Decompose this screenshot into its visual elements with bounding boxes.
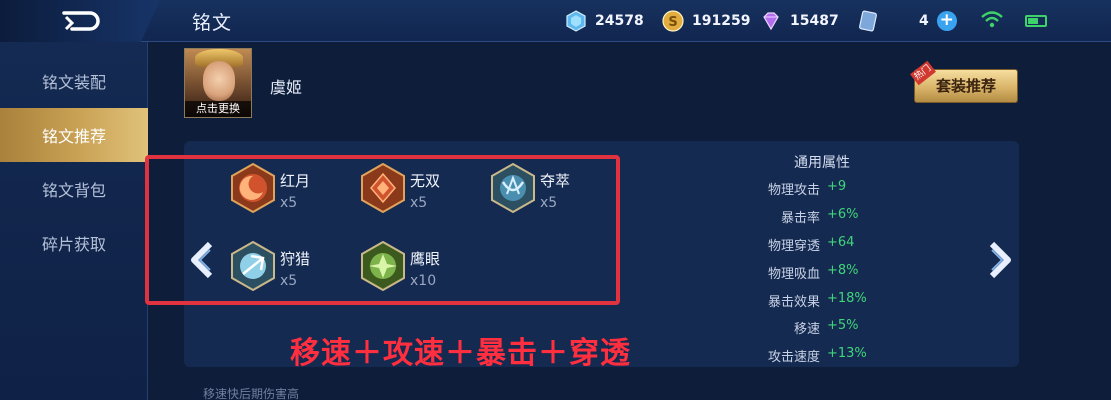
- attribute-value: +5%: [827, 318, 859, 333]
- diamond-value: 15487: [790, 13, 839, 29]
- hero-avatar[interactable]: 点击更换: [184, 48, 252, 118]
- attribute-row: 暴击率 +6%: [700, 207, 900, 227]
- gold-value: 191259: [692, 13, 751, 29]
- sidebar-item-fragments[interactable]: 碎片获取: [0, 216, 148, 270]
- attribute-name: 物理穿透: [767, 239, 820, 254]
- crystal-currency[interactable]: 24578: [565, 9, 644, 33]
- attribute-row: 暴击效果 +18%: [700, 291, 900, 311]
- attribute-name: 暴击率: [780, 211, 820, 226]
- battery-icon: [1025, 15, 1047, 27]
- ticket-icon: [859, 10, 877, 32]
- attribute-row: 物理吸血 +8%: [700, 263, 900, 283]
- attribute-name: 物理攻击: [767, 183, 820, 198]
- attribute-row: 物理穿透 +64: [700, 235, 900, 255]
- attribute-value: +64: [827, 235, 855, 250]
- change-hero-label: 点击更换: [185, 101, 251, 117]
- diamond-currency[interactable]: 15487: [760, 9, 839, 33]
- back-button[interactable]: [0, 0, 160, 42]
- gold-coin-icon: S: [662, 10, 684, 32]
- attribute-name: 移速: [793, 322, 820, 337]
- crystal-icon: [566, 10, 586, 32]
- attribute-value: +9: [827, 179, 847, 194]
- attribute-value: +6%: [827, 207, 859, 222]
- gold-currency[interactable]: S 191259: [662, 9, 750, 33]
- attribute-name: 暴击效果: [767, 295, 820, 310]
- attribute-value: +8%: [827, 263, 859, 278]
- attributes-title: 通用属性: [794, 155, 850, 171]
- sidebar-item-label: 碎片获取: [41, 235, 106, 254]
- attribute-name: 物理吸血: [767, 267, 820, 282]
- wifi-icon: [981, 11, 1003, 28]
- attribute-value: +18%: [827, 291, 867, 306]
- sidebar-item-label: 铭文背包: [41, 181, 106, 200]
- attribute-row: 移速 +5%: [700, 318, 900, 338]
- diamond-icon: [763, 12, 779, 31]
- crystal-value: 24578: [595, 13, 644, 29]
- back-arrow-icon: [62, 11, 100, 31]
- attribute-value: +13%: [827, 346, 867, 361]
- svg-text:S: S: [668, 15, 677, 30]
- top-bar: 铭文 24578 S 191259 15487 4 +: [0, 0, 1111, 42]
- add-ticket-button[interactable]: +: [936, 11, 957, 31]
- attribute-row: 攻击速度 +13%: [700, 346, 900, 366]
- sidebar-item-label: 铭文装配: [41, 73, 106, 92]
- next-arrow-icon[interactable]: [984, 240, 1014, 280]
- sidebar-item-rune-equip[interactable]: 铭文装配: [0, 54, 148, 108]
- sidebar: 铭文装配 铭文推荐 铭文背包 碎片获取: [0, 42, 148, 400]
- hero-name: 虞姬: [270, 78, 303, 97]
- annotation-text: 移速＋攻速＋暴击＋穿透: [290, 336, 631, 371]
- rune-description: 移速快后期伤害高: [203, 387, 300, 400]
- ticket-value: 4: [919, 13, 929, 29]
- sidebar-item-rune-bag[interactable]: 铭文背包: [0, 162, 148, 216]
- ticket-currency[interactable]: 4 +: [857, 9, 957, 33]
- hero-face: [203, 61, 235, 101]
- sidebar-item-label: 铭文推荐: [41, 127, 106, 146]
- attribute-row: 物理攻击 +9: [700, 179, 900, 199]
- attribute-name: 攻击速度: [767, 350, 820, 365]
- highlight-annotation-box: [145, 155, 620, 305]
- page-title: 铭文: [192, 12, 233, 34]
- sidebar-item-rune-recommend[interactable]: 铭文推荐: [0, 108, 148, 162]
